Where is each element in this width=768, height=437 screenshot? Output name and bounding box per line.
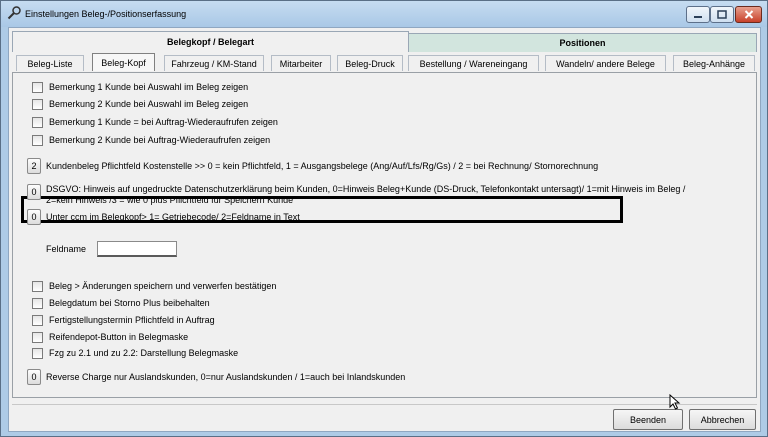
ccm-value-button[interactable]: 0 [27,209,41,225]
subtab-mitarbeiter[interactable]: Mitarbeiter [271,55,331,71]
checkbox[interactable] [32,297,43,309]
checkbox-row[interactable]: Fzg zu 2.1 und zu 2.2: Darstellung Beleg… [32,346,238,360]
subtab-beleg-druck[interactable]: Beleg-Druck [337,55,403,71]
checkbox-row[interactable]: Bemerkung 2 Kunde bei Auftrag-Wiederaufr… [32,133,270,147]
dsgvo-label-line2: 2=kein Hinweis /3 = wie 0 plus Pflichtfe… [46,195,294,205]
footer-divider [12,404,757,405]
settings-panel: Bemerkung 1 Kunde bei Auswahl im Beleg z… [12,72,757,398]
subtab-beleg-kopf[interactable]: Beleg-Kopf [92,53,155,71]
checkbox[interactable] [32,347,43,359]
checkbox-label: Bemerkung 1 Kunde = bei Auftrag-Wiederau… [49,117,278,127]
ccm-label: Unter ccm im Belegkopf> 1= Getriebecode/… [46,212,300,222]
subtab-wandeln[interactable]: Wandeln/ andere Belege [545,55,666,71]
tab-belegkopf[interactable]: Belegkopf / Belegart [12,31,409,52]
checkbox-label: Bemerkung 2 Kunde bei Auswahl im Beleg z… [49,99,249,109]
reverse-charge-value-button[interactable]: 0 [27,369,41,385]
title-bar[interactable]: Einstellungen Beleg-/Positionserfassung [1,1,767,27]
sub-tab-bar: Beleg-Liste Beleg-Kopf Fahrzeug / KM-Sta… [12,53,757,73]
checkbox-row[interactable]: Belegdatum bei Storno Plus beibehalten [32,296,210,310]
checkbox-row[interactable]: Bemerkung 2 Kunde bei Auswahl im Beleg z… [32,97,248,111]
kostenstelle-label: Kundenbeleg Pflichtfeld Kostenstelle >> … [46,161,599,171]
client-area: Belegkopf / Belegart Positionen Beleg-Li… [8,27,761,432]
beenden-button[interactable]: Beenden [613,409,683,430]
wrench-icon [7,6,21,20]
checkbox-label: Beleg > Änderungen speichern und verwerf… [49,281,277,291]
tab-positionen[interactable]: Positionen [408,33,757,52]
checkbox[interactable] [32,98,43,110]
checkbox[interactable] [32,81,43,93]
maximize-button[interactable] [710,6,734,23]
checkbox[interactable] [32,134,43,146]
checkbox-label: Fertigstellungstermin Pflichtfeld in Auf… [49,315,215,325]
checkbox[interactable] [32,116,43,128]
mouse-cursor-icon [669,394,681,410]
checkbox-label: Fzg zu 2.1 und zu 2.2: Darstellung Beleg… [49,348,239,358]
kostenstelle-value-button[interactable]: 2 [27,158,41,174]
checkbox-label: Reifendepot-Button in Belegmaske [49,332,189,342]
close-icon [744,10,753,19]
dsgvo-value-button[interactable]: 0 [27,184,41,200]
subtab-bestellung[interactable]: Bestellung / Wareneingang [408,55,539,71]
minimize-icon [694,15,702,18]
checkbox-label: Bemerkung 2 Kunde bei Auftrag-Wiederaufr… [49,135,271,145]
checkbox-row[interactable]: Reifendepot-Button in Belegmaske [32,330,188,344]
dsgvo-label-line1: DSGVO: Hinweis auf ungedruckte Datenschu… [46,184,686,194]
checkbox-row[interactable]: Beleg > Änderungen speichern und verwerf… [32,279,276,293]
reverse-charge-label: Reverse Charge nur Auslandskunden, 0=nur… [46,372,406,382]
window-title: Einstellungen Beleg-/Positionserfassung [25,9,187,19]
feldname-label: Feldname [46,244,87,254]
checkbox-label: Belegdatum bei Storno Plus beibehalten [49,298,210,308]
checkbox-label: Bemerkung 1 Kunde bei Auswahl im Beleg z… [49,82,249,92]
checkbox-row[interactable]: Bemerkung 1 Kunde bei Auswahl im Beleg z… [32,80,248,94]
checkbox[interactable] [32,280,43,292]
checkbox-row[interactable]: Fertigstellungstermin Pflichtfeld in Auf… [32,313,215,327]
settings-window: Einstellungen Beleg-/Positionserfassung … [0,0,768,437]
close-button[interactable] [735,6,762,23]
subtab-beleg-anhaenge[interactable]: Beleg-Anhänge [673,55,755,71]
checkbox[interactable] [32,331,43,343]
subtab-fahrzeug[interactable]: Fahrzeug / KM-Stand [164,55,264,71]
feldname-input[interactable] [97,241,177,257]
abbrechen-button[interactable]: Abbrechen [689,409,756,430]
maximize-icon [717,10,727,19]
subtab-beleg-liste[interactable]: Beleg-Liste [16,55,84,71]
checkbox-row[interactable]: Bemerkung 1 Kunde = bei Auftrag-Wiederau… [32,115,278,129]
checkbox[interactable] [32,314,43,326]
minimize-button[interactable] [686,6,710,23]
